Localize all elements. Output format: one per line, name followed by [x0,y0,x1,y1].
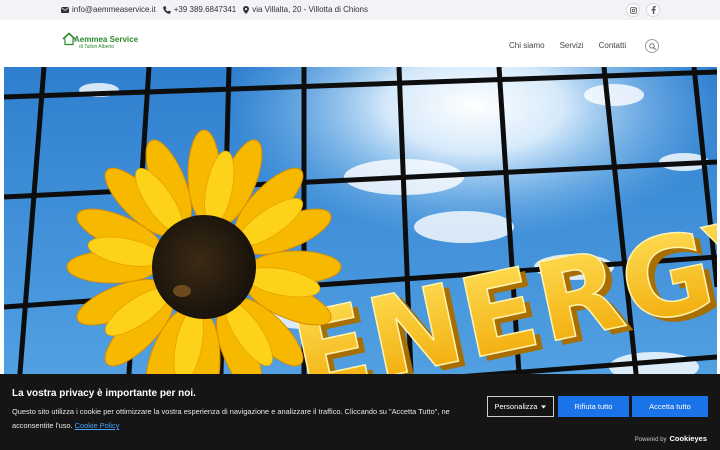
facebook-button[interactable] [646,3,660,17]
address-text: via Villalta, 20 - Villotta di Chions [252,5,368,14]
logo-subtitle: di Tallon Alberto [79,44,115,50]
email-link[interactable]: info@aemmeaservice.it [61,5,156,14]
cookie-policy-link[interactable]: Cookie Policy [75,421,120,430]
phone-text: +39 389.6847341 [173,5,237,14]
sunflower [66,129,342,405]
cookie-banner: La vostra privacy è importante per noi. … [0,374,720,450]
accept-all-button[interactable]: Accetta tutto [632,396,708,417]
social-links [626,3,660,17]
reject-all-button[interactable]: Rifiuta tutto [558,396,629,417]
address: via Villalta, 20 - Villotta di Chions [243,5,368,14]
site-logo[interactable]: Aemmea Service di Tallon Alberto [62,31,142,53]
logo-name: Aemmea Service [74,35,139,44]
nav-item-contatti[interactable]: Contatti [599,41,627,50]
powered-label: Powered by [634,437,667,443]
map-pin-icon [243,5,250,14]
top-info-bar: info@aemmeaservice.it +39 389.6847341 vi… [0,0,720,20]
search-button[interactable] [645,39,659,53]
customize-button[interactable]: Personalizza [487,396,554,417]
caret-down-icon [541,405,547,408]
search-icon [648,42,656,50]
nav-item-chi-siamo[interactable]: Chi siamo [509,41,545,50]
email-text: info@aemmeaservice.it [72,5,156,14]
site-header: Aemmea Service di Tallon Alberto Chi sia… [0,20,720,67]
instagram-icon [629,6,637,14]
facebook-icon [651,6,656,14]
envelope-icon [61,6,69,13]
nav-item-servizi[interactable]: Servizi [560,41,584,50]
instagram-button[interactable] [626,3,640,17]
customize-label: Personalizza [494,402,538,411]
powered-by[interactable]: Powered by Cookieyes [635,434,707,443]
powered-brand: Cookieyes [669,434,707,443]
cookie-title: La vostra privacy è importante per noi. [12,388,196,399]
contact-info: info@aemmeaservice.it +39 389.6847341 vi… [61,5,368,14]
phone-icon [162,5,171,14]
phone-link[interactable]: +39 389.6847341 [162,5,237,14]
main-nav: Chi siamo Servizi Contatti [509,41,626,50]
cookie-description: Questo sito utilizza i cookie per ottimi… [12,405,482,433]
